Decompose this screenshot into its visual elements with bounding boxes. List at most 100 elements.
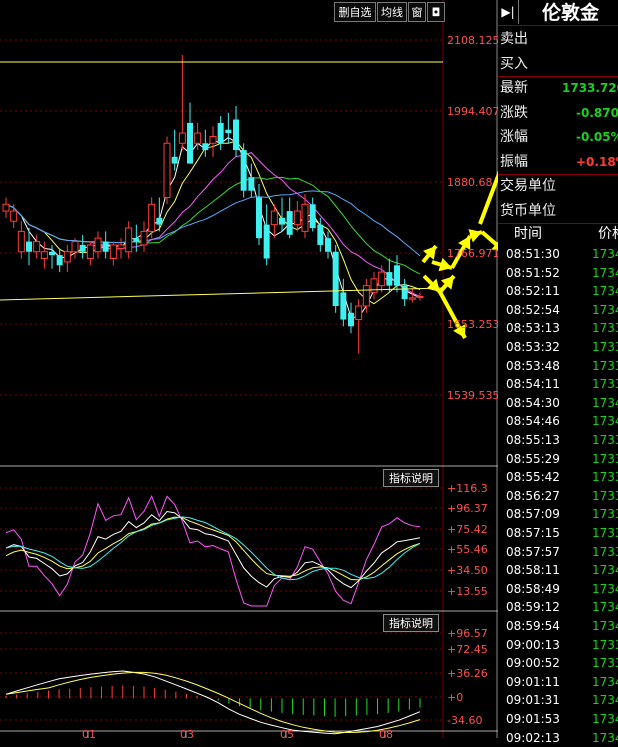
candle-body [348,312,354,327]
tick-row[interactable]: 08:59:54 1734.0 [506,617,618,636]
tick-price: 1734.0 [592,395,618,410]
tick-row[interactable]: 08:58:11 1734.0 [506,561,618,580]
tick-header-price: 价格 [598,226,618,242]
candle-body [63,251,71,263]
tick-row[interactable]: 09:01:53 1734.0 [506,710,618,729]
price-axis-tick: 1994.407 [447,105,498,118]
tick-row[interactable]: 08:58:49 1734.0 [506,580,618,599]
tick-row[interactable]: 08:55:29 1733.9 [506,450,618,469]
instrument-title: 伦敦金 [542,2,600,24]
kdj-k-line [5,510,421,589]
tick-time: 09:00:52 [506,656,560,671]
candle-body [248,177,255,191]
tick-price: 1733.9 [592,488,618,503]
candle-body [178,132,186,144]
tick-row[interactable]: 09:01:11 1734.0 [506,673,618,692]
collapse-panel-icon[interactable]: ▶| [498,0,519,24]
quote-label: 交易单位 [500,178,556,194]
candle-body [40,251,48,260]
quote-value: +0.18% [576,154,618,169]
tick-time: 08:56:27 [506,488,560,503]
candle-body [394,265,400,286]
tick-time: 08:54:11 [506,377,560,392]
tick-row[interactable]: 08:53:13 1733.9 [506,319,618,338]
indicator1-axis-tick: +75.42 [447,523,488,536]
candle-body [33,241,41,253]
quote-label: 最新 [500,80,528,96]
quote-label: 涨幅 [500,129,528,145]
tick-price: 1733.9 [592,321,618,336]
tick-row[interactable]: 08:53:48 1733.9 [506,357,618,376]
tick-row[interactable]: 08:55:13 1733.9 [506,431,618,450]
tick-price: 1734.0 [592,600,618,615]
quote-value: 1733.7200 [562,81,618,95]
window-button[interactable]: 窗 [408,2,426,22]
candle-body [17,230,25,253]
tick-list-header: 时间 价格 [506,225,618,245]
quote-value: -0.8700 [576,105,618,120]
candle-body [317,224,324,245]
candle-body [187,122,193,164]
tick-time: 08:52:11 [506,284,560,299]
x-axis-label: 01 [82,728,96,738]
macd-dea-line [5,671,421,734]
tick-row[interactable]: 08:55:42 1733.9 [506,468,618,487]
tick-price: 1733.9 [592,526,618,540]
tick-row[interactable]: 08:59:12 1734.0 [506,598,618,617]
candle-body [2,203,10,212]
quote-row: 买入 [500,52,618,76]
candle-body [256,197,262,239]
tick-time: 08:55:13 [506,433,560,447]
tick-row[interactable]: 08:54:46 1734.0 [506,412,618,431]
tick-time: 09:00:13 [506,637,560,652]
tick-price: 1734.0 [592,619,618,633]
delete-watchlist-button[interactable]: 删自选 [334,2,376,22]
candle-body [148,203,156,232]
candle-body [163,142,171,199]
tick-time: 08:57:09 [506,507,560,522]
candle-body [233,119,239,151]
tick-row[interactable]: 09:00:13 1733.9 [506,636,618,655]
candle-body [362,285,370,307]
indicator2-axis-tick: +0 [447,691,463,704]
tick-price: 1733.9 [592,451,618,466]
tick-row[interactable]: 08:57:15 1733.9 [506,524,618,543]
candle-body [102,241,109,252]
price-axis-tick: 1766.971 [447,247,498,260]
candle-body [386,272,393,286]
tick-time: 08:57:15 [506,526,560,540]
ma20-line [5,152,421,298]
tick-row[interactable]: 08:57:57 1733.9 [506,543,618,562]
candle-body [117,244,125,249]
tick-row[interactable]: 08:56:27 1733.9 [506,487,618,506]
indicator2-help-button[interactable]: 指标说明 [383,614,439,632]
price-axis-tick: 1539.535 [447,389,498,402]
moving-average-button[interactable]: 均线 [377,2,407,22]
pin-icon[interactable]: ◘ [427,2,445,22]
indicator1-axis-tick: +55.46 [447,543,488,556]
quote-row: 交易单位 [500,174,618,198]
candle-body [301,203,309,232]
tick-row[interactable]: 08:52:11 1734.0 [506,282,618,301]
candle-body [378,271,386,287]
candle-body [79,244,86,252]
candle-body [325,238,331,252]
tick-row[interactable]: 09:01:31 1734.0 [506,691,618,710]
tick-time: 08:58:11 [506,563,560,578]
tick-row[interactable]: 08:51:30 1734.0 [506,245,618,264]
indicator1-axis-tick: +96.37 [447,502,488,515]
tick-row[interactable]: 08:57:09 1733.9 [506,505,618,524]
candle-body [240,150,247,191]
tick-row[interactable]: 08:52:54 1734.0 [506,301,618,320]
tick-row[interactable]: 08:54:30 1734.0 [506,394,618,413]
kdj-signal-line [5,516,421,581]
tick-row[interactable]: 08:54:11 1733.9 [506,375,618,394]
tick-time: 08:53:13 [506,321,560,336]
tick-price: 1734.0 [592,581,618,596]
tick-time: 08:57:57 [506,544,560,559]
tick-row[interactable]: 08:51:52 1734.0 [506,264,618,283]
tick-time: 09:01:31 [506,693,560,708]
tick-row[interactable]: 09:00:52 1733.9 [506,654,618,673]
indicator1-help-button[interactable]: 指标说明 [383,469,439,487]
tick-row[interactable]: 08:53:32 1733.9 [506,338,618,357]
